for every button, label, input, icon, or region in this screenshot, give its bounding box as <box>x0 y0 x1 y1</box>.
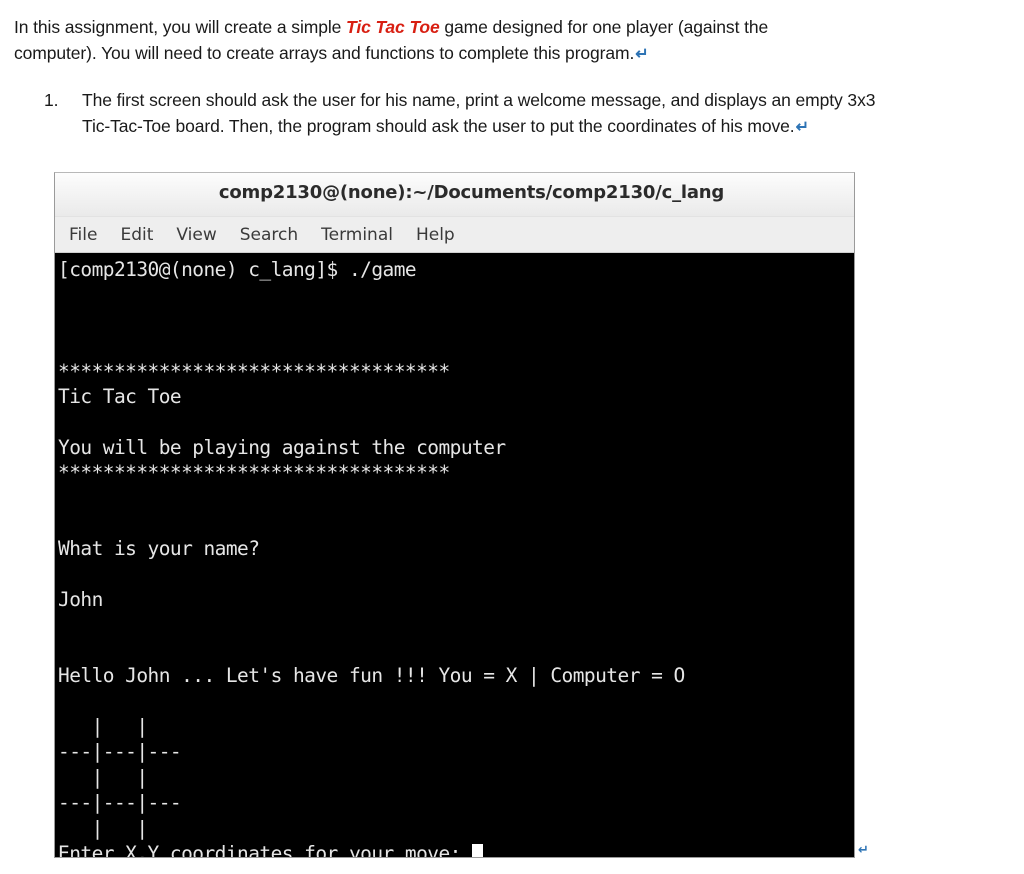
menu-item-terminal[interactable]: Terminal <box>321 225 393 245</box>
terminal-board-divider: ---|---|--- <box>58 740 182 764</box>
terminal-line: What is your name? <box>58 537 260 561</box>
terminal-output-area[interactable]: [comp2130@(none) c_lang]$ ./game *******… <box>55 253 854 857</box>
terminal-line: Hello John ... Let's have fun !!! You = … <box>58 664 685 688</box>
terminal-board-row: | | <box>58 816 182 840</box>
terminal-line: *********************************** <box>58 461 450 485</box>
terminal-line: You will be playing against the computer <box>58 435 506 459</box>
terminal-line: *********************************** <box>58 359 450 383</box>
terminal-input-prompt[interactable]: Enter X,Y coordinates for your move: <box>57 841 854 857</box>
list-item-body: The first screen should ask the user for… <box>82 87 904 141</box>
terminal-line: John <box>58 588 103 612</box>
terminal-line: [comp2130@(none) c_lang]$ ./game <box>58 258 417 281</box>
terminal-titlebar[interactable]: comp2130@(none):~/Documents/comp2130/c_l… <box>55 173 854 217</box>
menu-item-search[interactable]: Search <box>240 225 298 245</box>
paragraph-mark-icon: ↵ <box>635 46 649 63</box>
terminal-prompt-text: Enter X,Y coordinates for your move: <box>58 841 473 857</box>
trailing-paragraph-mark-icon: ↵ <box>858 843 869 858</box>
menu-item-edit[interactable]: Edit <box>120 225 153 245</box>
list-item-number: 1. <box>44 90 59 110</box>
menu-item-file[interactable]: File <box>69 225 97 245</box>
intro-paragraph: In this assignment, you will create a si… <box>14 14 854 68</box>
paragraph-mark-icon: ↵ <box>795 119 809 136</box>
menu-item-help[interactable]: Help <box>416 225 455 245</box>
menu-item-view[interactable]: View <box>176 225 216 245</box>
intro-text-before: In this assignment, you will create a si… <box>14 17 347 37</box>
list-item: 1. The first screen should ask the user … <box>44 87 904 141</box>
terminal-title: comp2130@(none):~/Documents/comp2130/c_l… <box>218 182 725 203</box>
terminal-board-row: | | <box>58 715 182 739</box>
terminal-board-row: | | <box>58 765 182 789</box>
game-title-emphasis: Tic Tac Toe <box>346 17 440 37</box>
terminal-cursor <box>472 843 484 857</box>
terminal-menubar[interactable]: File Edit View Search Terminal Help <box>55 217 854 253</box>
terminal-window[interactable]: comp2130@(none):~/Documents/comp2130/c_l… <box>54 172 855 858</box>
terminal-board-divider: ---|---|--- <box>58 791 182 815</box>
list-item-text: The first screen should ask the user for… <box>82 90 876 136</box>
terminal-line: Tic Tac Toe <box>58 384 182 408</box>
